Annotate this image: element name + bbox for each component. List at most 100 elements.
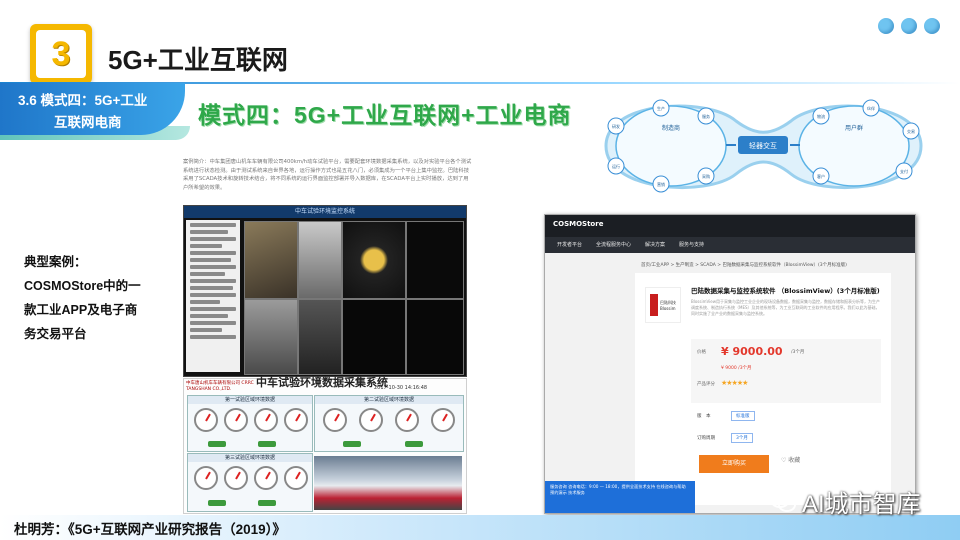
panel-title: 第三试验区域环境数据 xyxy=(188,454,312,462)
star-rating: ★★★★★ xyxy=(721,379,748,387)
diagram-node: 服务 xyxy=(702,113,710,119)
diagram-center-label: 轻器交互 xyxy=(749,141,777,150)
control-button[interactable] xyxy=(258,441,276,447)
store-nav-item[interactable]: 全流程服务中心 xyxy=(596,237,631,253)
price-unit: /3个月 xyxy=(791,350,805,355)
section-number: 3 xyxy=(51,34,71,73)
cosmostore-screenshot: COSMOStore 开发者平台 全流程服务中心 解决方案 服务与支持 首页/工… xyxy=(544,214,916,514)
timestamp: 2017-10-30 14:16:48 xyxy=(374,385,428,391)
company-logo-text: 中车唐山机车车辆有限公司 CRRC TANGSHAN CO.,LTD. xyxy=(186,381,254,392)
control-button[interactable] xyxy=(208,441,226,447)
scada-monitor-title: 中车试验环境监控系统 xyxy=(184,206,466,218)
gauge-icon xyxy=(359,408,383,432)
rating-label: 产品评分 xyxy=(697,382,715,387)
diagram-node: 客户 xyxy=(817,173,825,179)
product-thumbnail: 巴陆科技 Blossim xyxy=(645,287,681,323)
decorative-dots xyxy=(878,18,940,34)
section-banner-line1: 3.6 模式四：5G+工业 xyxy=(18,93,148,108)
control-button[interactable] xyxy=(405,441,423,447)
gauge-icon xyxy=(431,408,455,432)
watermark: AI城市智库 xyxy=(770,484,921,519)
product-card: 巴陆科技 Blossim 巴陆数据采集与监控系统软件 （BlossimView）… xyxy=(635,273,891,505)
case-study-line: 典型案例： xyxy=(24,255,87,269)
diagram-node: 支付 xyxy=(900,168,908,174)
headline: 模式四：5G+工业互联网+工业电商 xyxy=(198,102,572,128)
price-label: 价格 xyxy=(697,350,706,355)
case-study-line: 款工业APP及电子商 xyxy=(24,303,138,317)
store-nav-item[interactable]: 开发者平台 xyxy=(557,237,582,253)
panel-title: 第一试验区域环境数据 xyxy=(188,396,312,404)
data-acquisition-title: 中车试验环境数据采集系统 xyxy=(256,377,388,389)
gauge-icon xyxy=(254,466,278,490)
case-study-line: COSMOStore中的一 xyxy=(24,279,141,293)
version-option[interactable]: 标准版 xyxy=(731,411,755,421)
gauge-icon xyxy=(284,466,308,490)
product-name: 巴陆数据采集与监控系统软件 （BlossimView）(3个月标准版) xyxy=(691,287,880,295)
video-feed xyxy=(244,299,298,375)
gauge-icon xyxy=(284,408,308,432)
env-panel-2: 第二试验区域环境数据 xyxy=(314,395,464,452)
price-sub: ¥ 9000 /3个月 xyxy=(721,366,752,371)
section-number-badge: 3 xyxy=(30,24,92,84)
env-panel-3: 第三试验区域环境数据 xyxy=(187,453,313,512)
dot-icon xyxy=(924,18,940,34)
ecommerce-flow-diagram: 轻器交互 制造商 用户群 研发 运行 生产 营销 服务 采购 物流 客户 伙伴 … xyxy=(604,99,923,193)
diagram-right-label: 用户群 xyxy=(845,124,863,132)
store-logo: COSMOStore xyxy=(553,220,604,228)
video-feed xyxy=(406,221,464,299)
env-panel-1: 第一试验区域环境数据 xyxy=(187,395,313,452)
vendor-logo-text: 巴陆科技 Blossim xyxy=(660,300,676,311)
gauge-icon xyxy=(323,408,347,432)
section-banner: 3.6 模式四：5G+工业 互联网电商 xyxy=(0,83,185,135)
diagram-left-label: 制造商 xyxy=(662,124,680,132)
diagram-node: 物流 xyxy=(817,113,825,119)
video-feed xyxy=(406,299,464,375)
video-feed xyxy=(342,221,406,299)
control-button[interactable] xyxy=(343,441,361,447)
slide-title: 5G+工业互联网 xyxy=(108,45,288,75)
store-topbar: COSMOStore xyxy=(545,215,915,237)
diagram-node: 伙伴 xyxy=(867,105,875,111)
control-button[interactable] xyxy=(208,500,226,506)
case-study-line: 务交易平台 xyxy=(24,327,87,341)
gauge-icon xyxy=(194,408,218,432)
gauge-icon xyxy=(254,408,278,432)
favorite-button[interactable]: ♡ 收藏 xyxy=(781,455,800,464)
control-button[interactable] xyxy=(258,500,276,506)
version-label: 版 本 xyxy=(697,414,711,419)
video-feed xyxy=(244,221,298,299)
gauge-icon xyxy=(224,408,248,432)
diagram-node: 营销 xyxy=(657,181,665,187)
diagram-node: 运行 xyxy=(612,163,620,169)
store-nav-item[interactable]: 服务与支持 xyxy=(679,237,704,253)
service-chat-banner[interactable]: 服务咨询 咨询电话：9:00 — 18:00，提供全面技术支持 在线咨询与帮助 … xyxy=(545,481,695,513)
diagram-node: 采购 xyxy=(702,173,710,179)
diagram-node: 研发 xyxy=(612,123,620,129)
diagram-node: 交易 xyxy=(907,128,915,134)
duration-option[interactable]: 3个月 xyxy=(731,433,753,443)
case-study-label: 典型案例： COSMOStore中的一 款工业APP及电子商 务交易平台 xyxy=(24,250,184,346)
gauge-icon xyxy=(194,466,218,490)
video-feed xyxy=(298,221,342,299)
panel-title: 第二试验区域环境数据 xyxy=(315,396,463,404)
dot-icon xyxy=(901,18,917,34)
watermark-text: AI城市智库 xyxy=(802,491,921,518)
store-nav-item[interactable]: 解决方案 xyxy=(645,237,665,253)
case-description: 案例简介：中车集团唐山机车车辆有限公司400km/h动车试验平台，需要配套环境数… xyxy=(183,159,472,191)
gauge-icon xyxy=(395,408,419,432)
video-feed xyxy=(342,299,406,375)
breadcrumb: 首页/工业APP > 生产制造 > SCADA > 巴陆数据采集与监控系统软件（… xyxy=(641,263,847,268)
store-nav: 开发者平台 全流程服务中心 解决方案 服务与支持 xyxy=(545,237,915,253)
data-acquisition-screenshot: 中车唐山机车车辆有限公司 CRRC TANGSHAN CO.,LTD. 中车试验… xyxy=(183,377,467,514)
product-description: BlossimView用于采集与监控工业企业的现场设备数据，数据采集与监控，数据… xyxy=(691,299,880,316)
gauge-icon xyxy=(224,466,248,490)
buy-now-button[interactable]: 立即购买 xyxy=(699,455,769,473)
device-tree xyxy=(186,220,240,372)
diagram-node: 生产 xyxy=(657,105,665,111)
footer-citation: 杜明芳：《5G+互联网产业研究报告（2019）》 xyxy=(14,522,286,537)
duration-label: 订购周期 xyxy=(697,436,715,441)
video-feed xyxy=(298,299,342,375)
section-banner-line2: 互联网电商 xyxy=(54,115,122,130)
price-box: 价格 ¥ 9000.00 /3个月 ¥ 9000 /3个月 产品评分 ★★★★★ xyxy=(691,339,881,403)
scada-monitor-screenshot: 中车试验环境监控系统 xyxy=(183,205,467,377)
